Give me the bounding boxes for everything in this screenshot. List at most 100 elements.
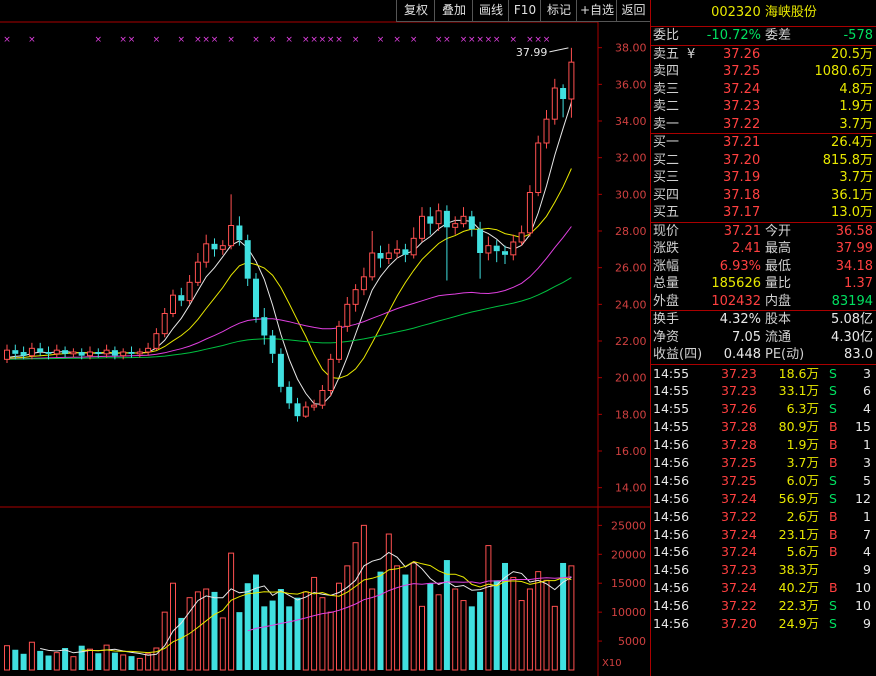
- volume-bar: [277, 589, 284, 670]
- candle-body: [419, 215, 425, 239]
- volume-bar: [12, 649, 19, 670]
- tick-price: 37.22: [721, 508, 757, 524]
- volume-bar: [120, 654, 127, 671]
- tick-volume: 2.6万: [786, 508, 819, 524]
- volume-bar: [37, 650, 44, 670]
- volume-bar: [369, 588, 376, 671]
- sell-label: 卖五: [653, 46, 680, 62]
- tick-volume: 6.3万: [786, 401, 819, 417]
- volume-bar: [485, 545, 492, 671]
- add-favorite-button[interactable]: +自选: [576, 0, 617, 22]
- tick-row[interactable]: 14:56 37.25 3.7万 B 3: [651, 454, 876, 472]
- tick-row[interactable]: 14:56 37.25 6.0万 S 5: [651, 472, 876, 490]
- tick-row[interactable]: 14:56 37.28 1.9万 B 1: [651, 436, 876, 454]
- candle-body: [228, 225, 235, 247]
- sell-extra: ¥: [687, 46, 696, 62]
- tick-volume: 18.6万: [778, 365, 819, 381]
- signal-marker: ×: [153, 35, 161, 45]
- vol-ratio-label: 量比: [765, 276, 792, 291]
- inner-value: 83194: [831, 293, 873, 309]
- signal-marker: ×: [534, 35, 542, 45]
- tick-row[interactable]: 14:56 37.24 56.9万 S 12: [651, 490, 876, 508]
- fuquan-button[interactable]: 复权: [396, 0, 435, 22]
- volume-bar: [535, 571, 542, 671]
- tick-count: 10: [855, 598, 871, 614]
- candle-body: [253, 278, 259, 318]
- open-value: 36.58: [835, 223, 873, 239]
- volume-bar: [468, 606, 475, 670]
- quote-row: 涨幅 6.93% 最低 34.18: [651, 258, 876, 276]
- mark-button[interactable]: 标记: [540, 0, 577, 22]
- tick-price: 37.20: [721, 615, 757, 631]
- candle-body: [352, 289, 359, 305]
- candle-body: [136, 351, 143, 355]
- volume-bar: [510, 576, 517, 671]
- volume-bar: [20, 653, 27, 670]
- candle-body: [145, 347, 152, 353]
- volume-bar: [352, 542, 359, 671]
- pct-value: 6.93%: [719, 258, 761, 274]
- tick-price: 37.25: [721, 472, 757, 488]
- volume-bar: [551, 605, 558, 671]
- candle-body: [526, 192, 533, 234]
- candle-body: [194, 261, 201, 283]
- tick-side: B: [829, 419, 838, 435]
- signal-marker: ×: [460, 35, 468, 45]
- fund-row: 收益(四) 0.448 PE(动) 83.0: [651, 346, 876, 364]
- draw-line-button[interactable]: 画线: [472, 0, 509, 22]
- sell-price: 37.22: [723, 116, 761, 132]
- tick-row[interactable]: 14:56 37.24 40.2万 B 10: [651, 579, 876, 597]
- sell-row: 卖二 37.23 1.9万: [651, 98, 876, 116]
- tick-row[interactable]: 14:56 37.23 38.3万 9: [651, 561, 876, 579]
- buy-row: 买三 37.19 3.7万: [651, 169, 876, 187]
- volume-tick-label: 10000: [611, 606, 646, 619]
- price-ma-line: [6, 277, 572, 360]
- stock-code: 002320: [711, 5, 761, 20]
- signal-marker: ×: [178, 35, 186, 45]
- price-tick-label: 22.00: [615, 335, 647, 348]
- candle-body: [45, 352, 52, 354]
- fund-row: 净资 7.05 流通 4.30亿: [651, 329, 876, 347]
- volume-bar: [311, 576, 318, 671]
- tick-volume: 1.9万: [786, 437, 819, 453]
- back-button[interactable]: 返回: [616, 0, 651, 22]
- tick-time: 14:56: [653, 526, 690, 542]
- tick-row[interactable]: 14:56 37.22 2.6万 B 1: [651, 508, 876, 526]
- pct-label: 涨幅: [653, 258, 680, 274]
- overlay-button[interactable]: 叠加: [434, 0, 473, 22]
- buy-row: 买一 37.21 26.4万: [651, 134, 876, 152]
- tick-volume: 80.9万: [778, 419, 819, 435]
- candle-body: [4, 349, 10, 360]
- net-asset-label: 净资: [653, 329, 680, 345]
- buy-volume: 36.1万: [831, 187, 873, 203]
- candle-body: [170, 294, 176, 314]
- signal-marker: ×: [410, 35, 418, 45]
- signal-marker: ×: [543, 35, 551, 45]
- volume-bar: [452, 588, 459, 671]
- tick-volume: 22.3万: [778, 598, 819, 614]
- candle-body: [236, 225, 243, 241]
- candle-body: [336, 325, 342, 360]
- buy-price: 37.17: [723, 205, 761, 220]
- buy-volume: 815.8万: [822, 152, 873, 168]
- tick-row[interactable]: 14:56 37.24 5.6万 B 4: [651, 543, 876, 561]
- kline-chart[interactable]: 38.00 36.00 34.00 32.00 30.00 28.00 26.00 24.00…: [0, 0, 650, 676]
- volume-bar: [560, 562, 567, 670]
- tick-row[interactable]: 14:56 37.22 22.3万 S 10: [651, 597, 876, 615]
- kline-chart-area[interactable]: 38.00 36.00 34.00 32.00 30.00 28.00 26.00 24.00…: [0, 0, 651, 676]
- volume-bar: [219, 617, 226, 671]
- sell-label: 卖二: [653, 99, 680, 114]
- f10-button[interactable]: F10: [508, 0, 541, 22]
- tick-row[interactable]: 14:55 37.26 6.3万 S 4: [651, 400, 876, 418]
- tick-row[interactable]: 14:56 37.24 23.1万 B 7: [651, 526, 876, 544]
- tick-row[interactable]: 14:55 37.23 18.6万 S 3: [651, 365, 876, 383]
- tick-price: 37.24: [721, 544, 757, 560]
- high-value: 37.99: [835, 241, 873, 256]
- tick-row[interactable]: 14:56 37.20 24.9万 S 9: [651, 615, 876, 633]
- tick-row[interactable]: 14:55 37.23 33.1万 S 6: [651, 382, 876, 400]
- tick-list[interactable]: 14:55 37.23 18.6万 S 3 14:55 37.23 33.1万 S 6 14:55 3…: [651, 363, 876, 633]
- tick-time: 14:55: [653, 383, 690, 399]
- tick-row[interactable]: 14:55 37.28 80.9万 B 15: [651, 418, 876, 436]
- quote-row: 涨跌 2.41 最高 37.99: [651, 240, 876, 258]
- tick-count: 10: [855, 580, 871, 596]
